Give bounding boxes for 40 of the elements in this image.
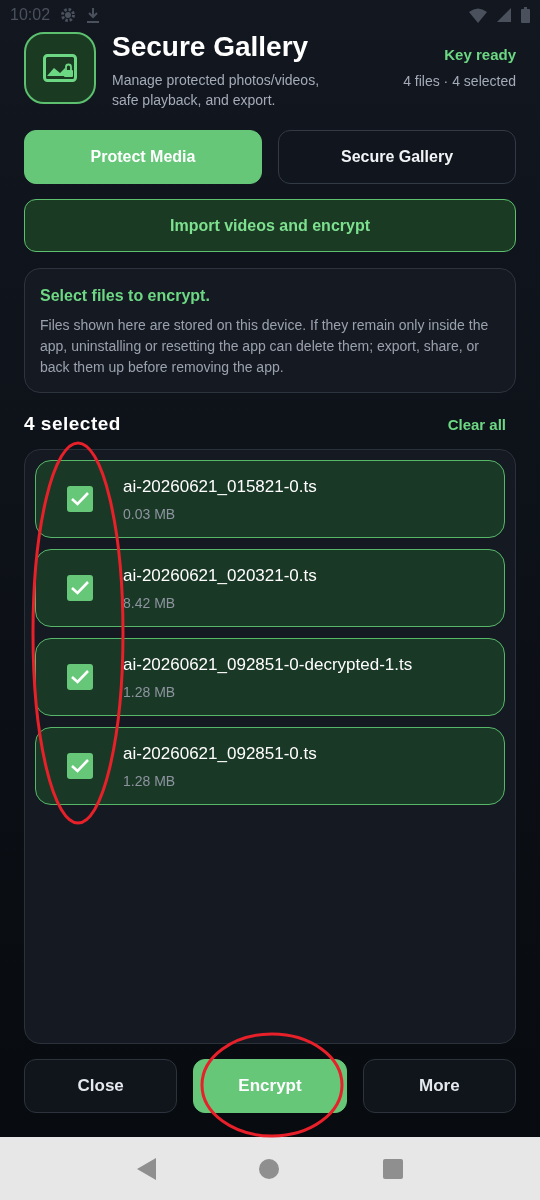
checkbox[interactable] bbox=[67, 575, 93, 601]
checkmark-icon bbox=[70, 758, 90, 774]
app-subtitle: Manage protected photos/videos, safe playback, and export. bbox=[112, 71, 321, 110]
battery-icon bbox=[521, 7, 530, 23]
tab[interactable]: Secure Gallery bbox=[278, 130, 516, 184]
app-title: Secure Gallery bbox=[112, 32, 310, 62]
status-time: 10:02 bbox=[10, 6, 51, 24]
back-icon[interactable] bbox=[136, 1157, 156, 1180]
file-item[interactable]: ai-20260621_020321-0.ts 8.42 MB bbox=[35, 549, 505, 627]
file-size: 1.28 MB bbox=[123, 772, 177, 789]
wifi-icon bbox=[469, 7, 487, 23]
file-size: 8.42 MB bbox=[123, 594, 177, 611]
clear-all-link[interactable]: Clear all bbox=[447, 415, 506, 433]
action-button[interactable]: Close bbox=[24, 1059, 178, 1113]
home-icon[interactable] bbox=[259, 1158, 280, 1179]
checkmark-icon bbox=[70, 669, 90, 685]
info-text: Files shown here are stored on this device. If they remain only inside the app, uninstalling or resetting the app can delete them; export, share, or back them up before removing the app. bbox=[40, 316, 490, 377]
file-size: 0.03 MB bbox=[123, 505, 177, 522]
file-size: 1.28 MB bbox=[123, 683, 177, 700]
signal-icon bbox=[497, 8, 511, 22]
checkbox[interactable] bbox=[67, 753, 93, 779]
download-icon bbox=[86, 7, 101, 23]
checkmark-icon bbox=[70, 491, 90, 507]
info-title: Select files to encrypt. bbox=[40, 287, 211, 305]
file-item[interactable]: ai-20260621_015821-0.ts 0.03 MB bbox=[35, 460, 505, 538]
file-name: ai-20260621_092851-0.ts bbox=[123, 743, 317, 764]
recents-icon[interactable] bbox=[383, 1158, 404, 1179]
file-name: ai-20260621_020321-0.ts bbox=[123, 565, 317, 586]
checkbox[interactable] bbox=[67, 486, 93, 512]
gear-icon bbox=[60, 7, 77, 23]
file-item[interactable]: ai-20260621_092851-0.ts 1.28 MB bbox=[35, 727, 505, 805]
action-button[interactable]: More bbox=[362, 1059, 516, 1113]
file-name: ai-20260621_015821-0.ts bbox=[123, 476, 317, 497]
key-status: Key ready bbox=[444, 46, 516, 63]
app-logo bbox=[24, 32, 96, 104]
selected-count: 4 selected bbox=[24, 413, 121, 435]
import-button[interactable]: Import videos and encrypt bbox=[24, 199, 516, 252]
checkmark-icon bbox=[70, 580, 90, 596]
file-count: 4 files · 4 selected bbox=[403, 73, 516, 89]
checkbox[interactable] bbox=[67, 664, 93, 690]
